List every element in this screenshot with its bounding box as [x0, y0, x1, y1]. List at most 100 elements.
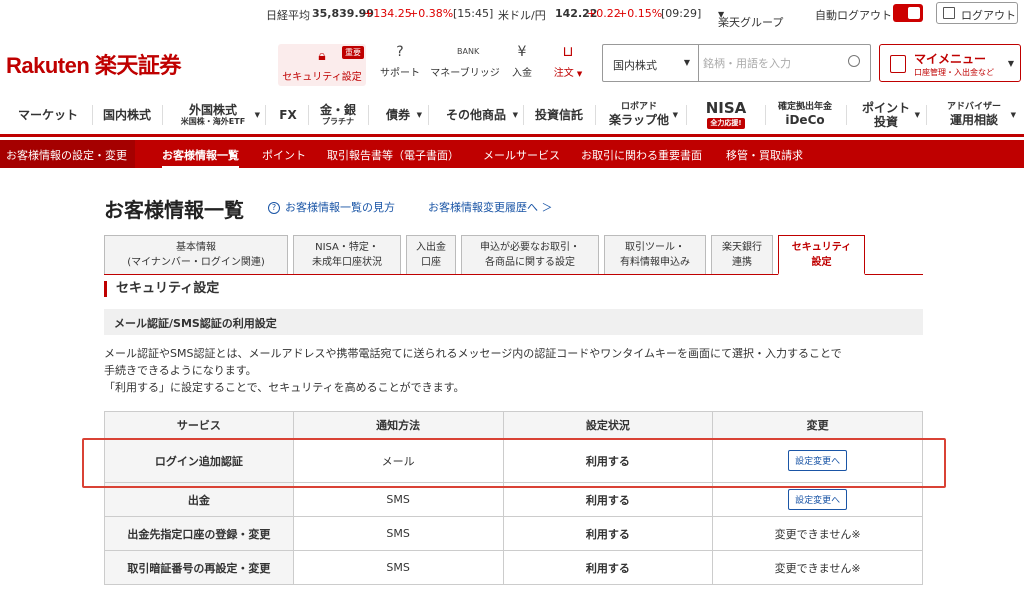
subnav-reports[interactable]: 取引報告書等（電子書面）: [327, 147, 459, 163]
tab-line2: 口座: [421, 257, 441, 268]
rakuten-logo[interactable]: Rakuten 楽天証券: [6, 48, 181, 80]
divider: [686, 105, 687, 125]
table-row: ログイン追加認証 メール 利用する 設定変更へ: [104, 438, 923, 483]
subnav-settings[interactable]: お客様情報の設定・変更: [0, 140, 135, 168]
logout-icon: [943, 7, 955, 19]
header-method: 通知方法: [292, 411, 504, 439]
subnav-transfer[interactable]: 移管・買取請求: [726, 147, 803, 163]
subnav-important-docs[interactable]: お取引に関わる重要書面: [581, 147, 702, 163]
auto-logout-toggle[interactable]: [893, 4, 923, 22]
nav-domestic-stocks[interactable]: 国内株式: [94, 97, 160, 133]
nav-point-invest[interactable]: ポイント 投資 ▼: [850, 97, 922, 133]
money-bridge-label: マネーブリッジ: [430, 68, 500, 79]
market-ticker: 日経平均 35,839.99 +134.25 +0.38% [15:45] 米ド…: [0, 0, 1024, 29]
search-box: 国内株式 ▼: [602, 44, 871, 82]
divider: [308, 105, 309, 125]
security-settings-button[interactable]: 🔒︎ 重要 セキュリティ設定: [278, 44, 366, 86]
search-input[interactable]: [703, 49, 843, 77]
howto-link[interactable]: ? お客様情報一覧の見方: [268, 199, 395, 215]
chevron-down-icon: ▼: [914, 111, 920, 119]
tab-line2: 有料情報申込み: [620, 257, 690, 268]
nav-label: 債券: [385, 107, 410, 122]
table-row: 取引暗証番号の再設定・変更 SMS 利用する 変更できません※: [104, 550, 923, 585]
nav-nisa[interactable]: NISA 全力応援!: [690, 97, 762, 133]
subnav-mail-service[interactable]: メールサービス: [483, 147, 560, 163]
divider: [765, 105, 766, 125]
nav-ideco[interactable]: 確定拠出年金 iDeCo: [768, 97, 842, 133]
main-nav: マーケット 国内株式 外国株式 米国株・海外ETF ▼ FX 金・銀 プラチナ 債券 ▼…: [0, 97, 1024, 137]
order-button[interactable]: ⊔ 注文 ▼: [546, 44, 590, 84]
nav-mutual-funds[interactable]: 投資信託: [526, 97, 592, 133]
subnav-customer-info[interactable]: お客様情報一覧: [162, 140, 239, 168]
toggle-knob: [908, 7, 920, 19]
history-link[interactable]: お客様情報変更履歴へ ＞: [428, 199, 553, 215]
tab-rakuten-bank[interactable]: 楽天銀行 連携: [711, 235, 773, 274]
tab-basic-info[interactable]: 基本情報 (マイナンバー・ログイン関連): [104, 235, 288, 274]
tab-line1: 楽天銀行: [722, 242, 762, 253]
tab-line2: 未成年口座状況: [312, 257, 382, 268]
nav-bonds[interactable]: 債券 ▼: [372, 97, 424, 133]
tab-tools[interactable]: 取引ツール・ 有料情報申込み: [604, 235, 706, 274]
search-icon[interactable]: [848, 55, 860, 67]
tab-line2: (マイナンバー・ログイン関連): [127, 257, 265, 268]
nav-advisor[interactable]: アドバイザー 運用相談 ▼: [930, 97, 1018, 133]
divider: [523, 105, 524, 125]
service-cell: ログイン追加認証: [104, 438, 294, 483]
nisa-badge: 全力応援!: [707, 118, 745, 129]
nikkei-pct: +0.38%: [409, 7, 454, 20]
nav-label: 外国株式: [188, 103, 237, 117]
tab-line2: 設定: [811, 257, 832, 268]
method-cell: SMS: [292, 516, 504, 551]
nav-other-products[interactable]: その他商品 ▼: [432, 97, 520, 133]
usd-change: +0.22: [587, 7, 621, 20]
rakuten-group-link[interactable]: 楽天グループ ▼: [718, 7, 783, 29]
status-cell: 利用する: [502, 550, 714, 585]
rakuten-group-label: 楽天グループ: [718, 16, 784, 29]
logout-button[interactable]: ログアウト: [936, 2, 1018, 24]
section-title: セキュリティ設定: [104, 281, 219, 297]
nav-foreign-stocks[interactable]: 外国株式 米国株・海外ETF ▼: [164, 97, 262, 133]
status-cell: 利用する: [502, 438, 714, 483]
nav-label: その他商品: [445, 107, 506, 122]
table-header-row: サービス 通知方法 設定状況 変更: [104, 411, 923, 439]
nav-fx[interactable]: FX: [268, 97, 308, 133]
nav-market[interactable]: マーケット: [6, 97, 90, 133]
table-row: 出金先指定口座の登録・変更 SMS 利用する 変更できません※: [104, 516, 923, 551]
usd-label: 米ドル/円: [498, 9, 546, 22]
tab-nisa[interactable]: NISA・特定・ 未成年口座状況: [293, 235, 401, 274]
tab-security[interactable]: セキュリティ 設定: [778, 235, 865, 275]
subnav-points[interactable]: ポイント: [262, 147, 306, 163]
tab-applications[interactable]: 申込が必要なお取引・ 各商品に関する設定: [461, 235, 599, 274]
change-cell: 変更できません※: [712, 550, 923, 585]
money-bridge-button[interactable]: BANK マネーブリッジ: [428, 44, 502, 84]
tab-line1: セキュリティ: [791, 242, 852, 253]
search-category-select[interactable]: 国内株式 ▼: [603, 45, 699, 81]
usd-time: [09:29]: [661, 7, 702, 20]
divider: [92, 105, 93, 125]
description: メール認証やSMS認証とは、メールアドレスや携帯電話宛てに送られるメッセージ内の…: [104, 345, 923, 396]
method-cell: SMS: [292, 482, 504, 517]
nav-gold-silver[interactable]: 金・銀 プラチナ: [310, 97, 366, 133]
security-settings-label: セキュリティ設定: [282, 72, 362, 83]
change-settings-button[interactable]: 設定変更へ: [788, 450, 848, 471]
tab-line1: 申込が必要なお取引・: [480, 242, 580, 253]
page: 日経平均 35,839.99 +134.25 +0.38% [15:45] 米ド…: [0, 0, 1024, 592]
coin-icon: ¥: [517, 44, 527, 60]
change-settings-button[interactable]: 設定変更へ: [788, 489, 848, 510]
nav-robo-advisor[interactable]: ロボアド 楽ラップ他 ▼: [598, 97, 680, 133]
tab-line1: 基本情報: [176, 242, 216, 253]
cart-icon: ⊔: [562, 44, 574, 60]
method-cell: メール: [292, 438, 504, 483]
divider: [428, 105, 429, 125]
deposit-button[interactable]: ¥ 入金: [506, 44, 538, 84]
divider: [265, 105, 266, 125]
nav-label: マーケット: [17, 107, 78, 122]
support-button[interactable]: ? サポート: [376, 44, 424, 84]
change-cell: 設定変更へ: [712, 438, 923, 483]
tab-deposit[interactable]: 入出金 口座: [406, 235, 456, 274]
my-menu-button[interactable]: マイメニュー 口座管理・入出金など ▼: [879, 44, 1021, 82]
change-cell: 設定変更へ: [712, 482, 923, 517]
tab-line2: 連携: [732, 257, 752, 268]
status-cell: 利用する: [502, 482, 714, 517]
nav-sublabel: 投資: [873, 115, 898, 129]
